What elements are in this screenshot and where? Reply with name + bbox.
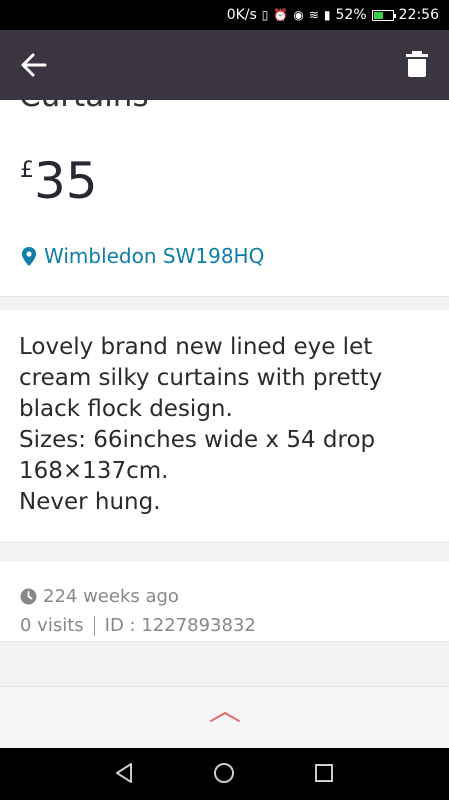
description-line: Lovely brand new lined eye let: [19, 334, 373, 360]
stats-separator: [93, 615, 95, 636]
description-line: black flock design.: [19, 396, 233, 422]
delete-button[interactable]: [405, 50, 429, 78]
description-line: 168×137cm.: [19, 458, 169, 484]
status-bar: 0K/s ▯ ⏰ ◉ ≋ ▮ 52% 22:56: [0, 0, 449, 30]
arrow-left-icon: [21, 53, 47, 77]
nav-back-button[interactable]: [114, 762, 134, 788]
chevron-up-icon: [210, 711, 240, 722]
posted-time: 224 weeks ago: [20, 586, 179, 607]
visit-count: 0 visits: [20, 615, 84, 636]
nav-home-button[interactable]: [213, 762, 235, 788]
description-line: cream silky curtains with pretty: [19, 365, 383, 391]
square-recents-icon: [315, 764, 333, 782]
network-speed: 0K/s: [226, 7, 257, 23]
battery-level: [373, 11, 383, 19]
wifi-icon: ≋: [308, 8, 319, 22]
listing-meta-card: 224 weeks ago 0 visits ID : 1227893832: [0, 562, 449, 642]
back-button[interactable]: [20, 52, 48, 78]
location-link[interactable]: Wimbledon SW198HQ: [22, 244, 264, 268]
trash-icon: [406, 51, 428, 77]
price-amount: 35: [34, 152, 98, 210]
price-currency: £: [20, 158, 34, 183]
battery-icon: [371, 9, 396, 21]
listing-stats: 0 visits ID : 1227893832: [20, 615, 256, 636]
clock-icon: [20, 588, 37, 605]
listing-header-card: £35 Wimbledon SW198HQ: [0, 100, 449, 296]
section-divider: [0, 296, 449, 311]
nav-recents-button[interactable]: [314, 762, 334, 788]
circle-home-icon: [214, 763, 234, 783]
signal-icon: ▮: [323, 8, 331, 22]
price: £35: [20, 154, 98, 208]
description-text: Lovely brand new lined eye let cream sil…: [19, 332, 429, 518]
location-text: Wimbledon SW198HQ: [44, 244, 265, 268]
expand-panel-button[interactable]: [0, 686, 449, 749]
eye-icon: ◉: [293, 8, 304, 22]
description-line: Never hung.: [19, 489, 161, 515]
triangle-back-icon: [116, 763, 132, 783]
battery-percent: 52%: [335, 7, 367, 23]
system-nav-bar: [0, 748, 449, 800]
alarm-icon: ⏰: [273, 8, 289, 22]
posted-time-text: 224 weeks ago: [43, 586, 179, 607]
clock: 22:56: [398, 7, 439, 23]
description-line: Sizes: 66inches wide x 54 drop: [19, 427, 376, 453]
listing-id: ID : 1227893832: [104, 615, 256, 636]
location-pin-icon: [22, 246, 36, 266]
description-card: Lovely brand new lined eye let cream sil…: [0, 310, 449, 543]
listing-title: Curtains: [19, 78, 149, 114]
vibrate-icon: ▯: [261, 8, 269, 22]
